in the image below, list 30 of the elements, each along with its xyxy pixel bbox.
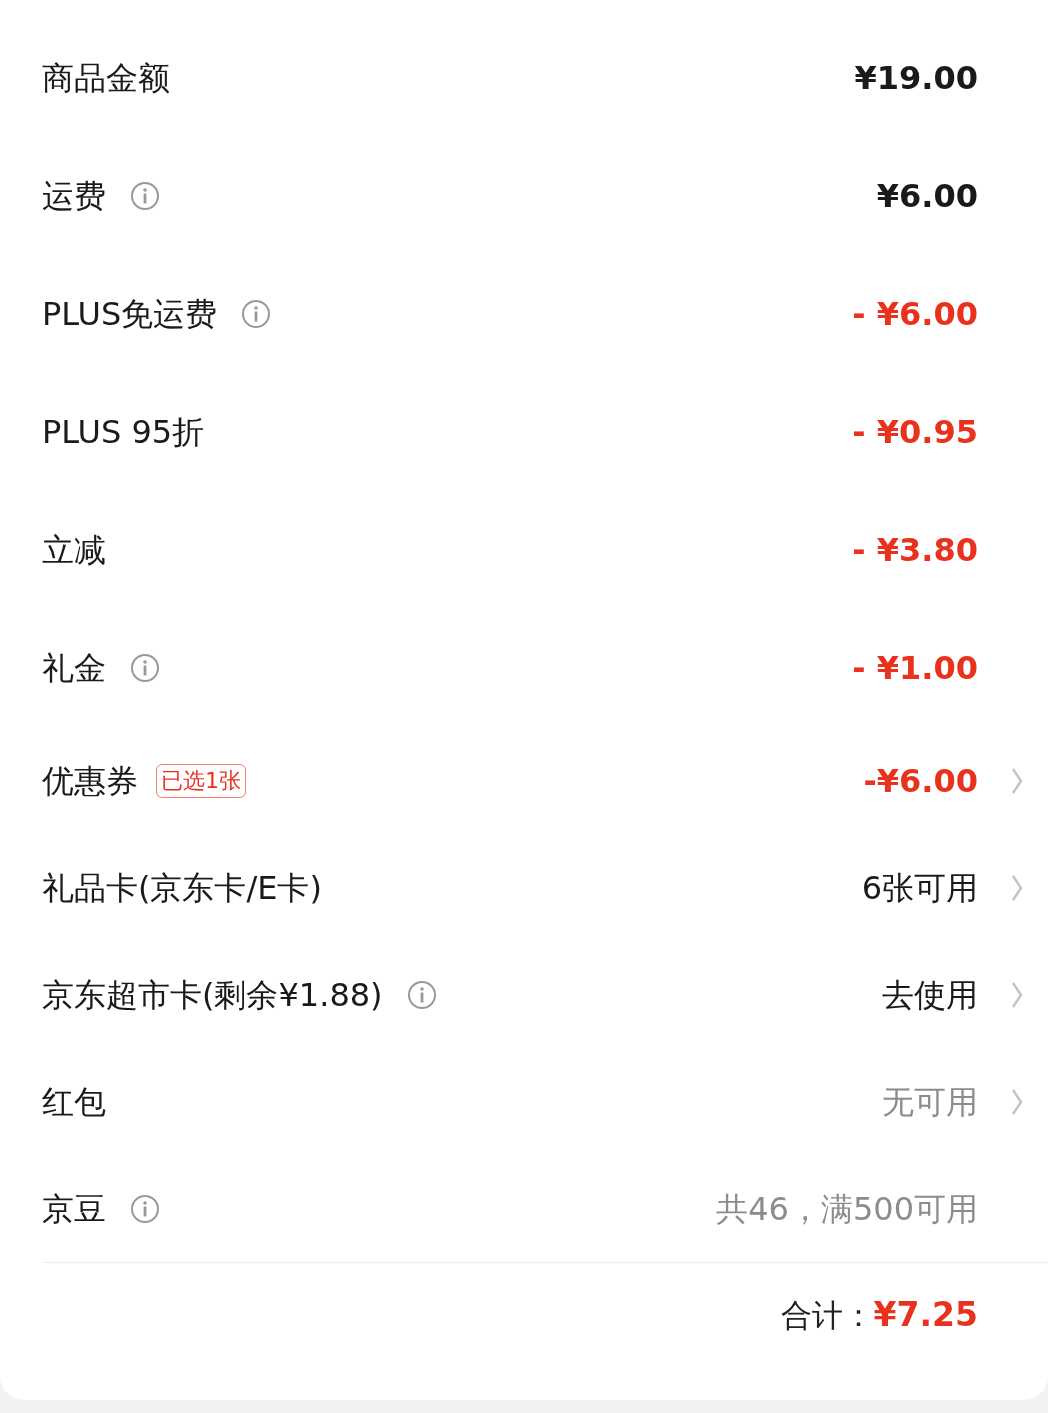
info-icon[interactable]	[130, 1193, 160, 1224]
row-value: 6张可用	[861, 867, 978, 909]
row-label: 优惠券	[42, 760, 138, 802]
row-value: - ¥0.95	[852, 412, 978, 453]
row-label: 商品金额	[42, 58, 170, 99]
row-value: ¥19.00	[854, 58, 978, 99]
info-icon[interactable]	[406, 979, 437, 1010]
row-label: 运费	[42, 176, 106, 217]
total-amount: ¥7.25	[873, 1294, 978, 1337]
row-value: - ¥6.00	[852, 294, 978, 335]
row-label: 礼品卡(京东卡/E卡)	[42, 867, 322, 909]
row-label: 京豆	[42, 1188, 106, 1230]
row-label: PLUS免运费	[42, 294, 218, 335]
row-value: - ¥3.80	[852, 530, 978, 571]
row-label: 京东超市卡(剩余¥1.88)	[42, 974, 383, 1016]
selected-count-tag: 已选1张	[156, 763, 246, 798]
row-value: ¥6.00	[876, 176, 978, 217]
row-label: PLUS 95折	[42, 412, 205, 453]
row-label: 礼金	[42, 648, 106, 689]
row-label: 立减	[42, 530, 106, 571]
row-value: 无可用	[882, 1081, 978, 1123]
info-icon[interactable]	[130, 181, 160, 211]
row-value: 共46，满500可用	[716, 1188, 978, 1230]
info-icon[interactable]	[130, 653, 160, 683]
row-value: - ¥1.00	[852, 648, 978, 689]
row-value: -¥6.00	[863, 760, 978, 802]
row-label: 红包	[42, 1081, 106, 1123]
total-label: 合计：	[780, 1295, 874, 1335]
row-value: 去使用	[882, 974, 978, 1016]
info-icon[interactable]	[241, 299, 272, 329]
